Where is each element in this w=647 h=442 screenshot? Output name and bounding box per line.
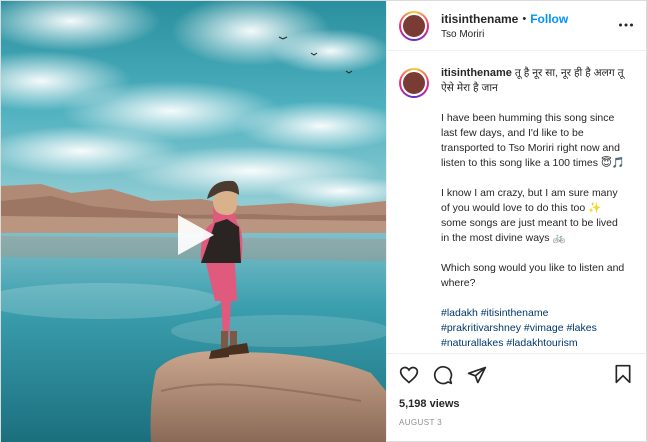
caption-area: itisinthename तू है नूर सा, नूर ही है अल… xyxy=(387,51,646,353)
header-text: itisinthename • Follow Tso Moriri xyxy=(441,12,568,40)
author-username[interactable]: itisinthename xyxy=(441,12,518,26)
caption-paragraph: Which song would you like to listen and … xyxy=(441,262,625,289)
caption-body: itisinthename तू है नूर सा, नूर ही है अल… xyxy=(441,66,627,353)
bookmark-icon[interactable] xyxy=(614,364,632,389)
play-icon[interactable] xyxy=(170,210,220,260)
post-sidebar: itisinthename • Follow Tso Moriri itisin… xyxy=(386,1,646,442)
caption-username[interactable]: itisinthename xyxy=(441,67,512,79)
caption-hashtags[interactable]: #ladakh #itisinthename #prakritivarshney… xyxy=(441,306,627,351)
post-media-video[interactable] xyxy=(1,1,386,442)
post-header: itisinthename • Follow Tso Moriri xyxy=(387,1,646,51)
actions-bar: 5,198 views AUGUST 3 xyxy=(387,353,646,442)
follow-button[interactable]: Follow xyxy=(530,12,568,26)
author-avatar[interactable] xyxy=(399,10,429,41)
view-count[interactable]: 5,198 views xyxy=(399,398,634,410)
separator-dot: • xyxy=(522,12,527,25)
more-options-icon[interactable] xyxy=(618,17,634,38)
caption-avatar[interactable] xyxy=(399,68,429,98)
post-location[interactable]: Tso Moriri xyxy=(441,29,568,40)
heart-icon[interactable] xyxy=(399,365,419,390)
post-date[interactable]: AUGUST 3 xyxy=(399,418,634,427)
caption-paragraph: I have been humming this song since last… xyxy=(441,112,625,169)
paper-plane-icon[interactable] xyxy=(467,365,487,390)
caption-paragraph: I know I am crazy, but I am sure many of… xyxy=(441,187,618,244)
instagram-post: itisinthename • Follow Tso Moriri itisin… xyxy=(0,0,647,442)
comment-icon[interactable] xyxy=(433,365,453,390)
